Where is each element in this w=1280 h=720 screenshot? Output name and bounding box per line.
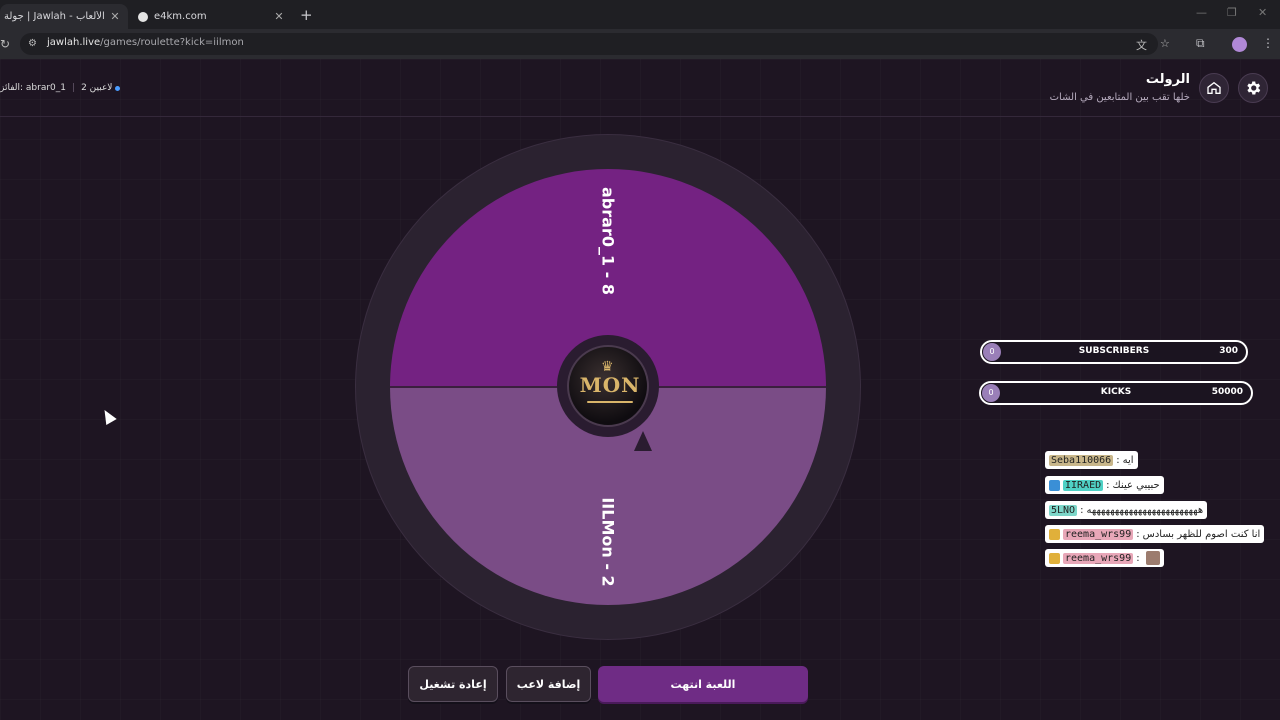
extensions-icon[interactable]: ⧉ <box>1196 36 1205 51</box>
status-divider: | <box>72 83 76 93</box>
add-player-button[interactable]: إضافة لاعب <box>506 666 591 702</box>
goal-bar-kicks: 0 KICKS 50000 <box>979 381 1253 405</box>
omnibox[interactable]: ⚙ jawlah.live/games/roulette?kick=iilmon… <box>20 33 1170 55</box>
game-status: الفائز: abrar0_1 | 2 لاعبين <box>0 83 121 93</box>
star-icon[interactable]: ☆ <box>1160 37 1170 50</box>
window-close-icon[interactable]: ✕ <box>1258 6 1267 19</box>
address-toolbar: ↻ ⚙ jawlah.live/games/roulette?kick=iilm… <box>0 29 1280 59</box>
page-subtitle: خلها تقب بين المتابعين في الشات <box>1049 92 1190 103</box>
new-tab-button[interactable]: + <box>300 6 313 24</box>
chat-username: reema_wrs99 <box>1063 552 1134 564</box>
tab-e4km[interactable]: e4km.com ✕ <box>130 4 292 29</box>
app-root: الرولت خلها تقب بين المتابعين في الشات ا… <box>0 59 1280 720</box>
chat-message: reema_wrs99 : انا كنت اصوم للظهر بسادس <box>1045 525 1265 543</box>
segment-label-2: IILMon - 2 <box>598 497 618 587</box>
settings-button[interactable] <box>1238 73 1268 103</box>
chat-separator: : <box>1116 454 1120 466</box>
badge-icon <box>1049 552 1060 564</box>
url-text[interactable]: jawlah.live/games/roulette?kick=iilmon <box>47 37 244 48</box>
goal-name: KICKS <box>1100 387 1132 397</box>
logo-swoosh <box>587 401 633 403</box>
chat-username: reema_wrs99 <box>1063 528 1134 540</box>
chat-text: ههههههههههههههههههههههههه <box>1086 504 1204 516</box>
site-info-icon[interactable]: ⚙ <box>28 38 40 50</box>
chat-message: IIRAED : حبيبي عينك <box>1045 476 1164 494</box>
players-count: 2 لاعبين <box>81 83 113 93</box>
page-title: الرولت <box>1145 72 1190 87</box>
tab-title: جولة | Jawlah - منصة الألعاب <box>4 11 108 22</box>
chat-text: ايه <box>1122 454 1134 466</box>
mouse-cursor-icon <box>99 406 117 426</box>
chat-separator: : <box>1136 528 1140 540</box>
game-over-button[interactable]: اللعبة انتهت <box>598 666 808 702</box>
logo-text: MON <box>579 373 641 397</box>
roulette-wheel-frame: abrar0_1 - 8 IILMon - 2 ♛ MON <box>356 135 860 639</box>
url-host: jawlah.live <box>47 37 101 48</box>
winner-text: الفائز: abrar0_1 <box>0 83 67 93</box>
tab-jawlah[interactable]: جولة | Jawlah - منصة الألعاب ✕ <box>0 4 128 29</box>
chat-separator: : <box>1080 504 1084 516</box>
translate-icon[interactable]: 文 <box>1136 37 1147 53</box>
close-icon[interactable]: ✕ <box>108 10 122 23</box>
app-header: الرولت خلها تقب بين المتابعين في الشات ا… <box>0 59 1280 117</box>
gear-icon <box>1247 81 1261 95</box>
chat-text: حبيبي عينك <box>1112 479 1160 491</box>
goal-bar-subscribers: 0 SUBSCRIBERS 300 <box>980 340 1248 364</box>
browser-tab-strip: جولة | Jawlah - منصة الألعاب ✕ e4km.com … <box>0 0 1280 29</box>
close-icon[interactable]: ✕ <box>272 10 286 23</box>
tab-title: e4km.com <box>154 11 207 22</box>
chat-message: reema_wrs99 : <box>1045 549 1164 567</box>
chat-username: Seba110066 <box>1049 454 1114 466</box>
chat-message: 5LNO : ههههههههههههههههههههههههه <box>1045 501 1208 519</box>
chat-message: Seba110066 : ايه <box>1045 451 1138 469</box>
chat-text: انا كنت اصوم للظهر بسادس <box>1142 528 1261 540</box>
online-dot <box>115 85 121 91</box>
goal-target: 300 <box>1219 346 1238 356</box>
restart-button[interactable]: إعادة تشغيل <box>408 666 498 702</box>
reload-icon[interactable]: ↻ <box>0 37 10 51</box>
goal-target: 50000 <box>1211 387 1243 397</box>
avatar[interactable] <box>1232 37 1247 52</box>
menu-icon[interactable]: ⋮ <box>1262 36 1274 50</box>
globe-icon <box>138 11 148 22</box>
badge-icon <box>1049 479 1060 491</box>
emote-icon <box>1145 551 1160 565</box>
chat-username: IIRAED <box>1063 479 1104 491</box>
minimize-icon[interactable]: — <box>1196 6 1207 19</box>
home-icon <box>1207 81 1221 94</box>
url-path: /games/roulette?kick=iilmon <box>100 37 244 48</box>
segment-label-1: abrar0_1 - 8 <box>598 186 618 296</box>
maximize-icon[interactable]: ❐ <box>1227 6 1237 19</box>
chat-username: 5LNO <box>1049 504 1078 516</box>
chat-separator: : <box>1136 552 1140 564</box>
chat-separator: : <box>1106 479 1110 491</box>
goal-name: SUBSCRIBERS <box>1078 346 1150 356</box>
wheel-hub[interactable]: ♛ MON <box>557 335 659 437</box>
streamer-logo: ♛ MON <box>567 345 649 427</box>
home-button[interactable] <box>1199 73 1229 103</box>
wheel-pointer <box>634 431 652 451</box>
badge-icon <box>1049 528 1060 540</box>
